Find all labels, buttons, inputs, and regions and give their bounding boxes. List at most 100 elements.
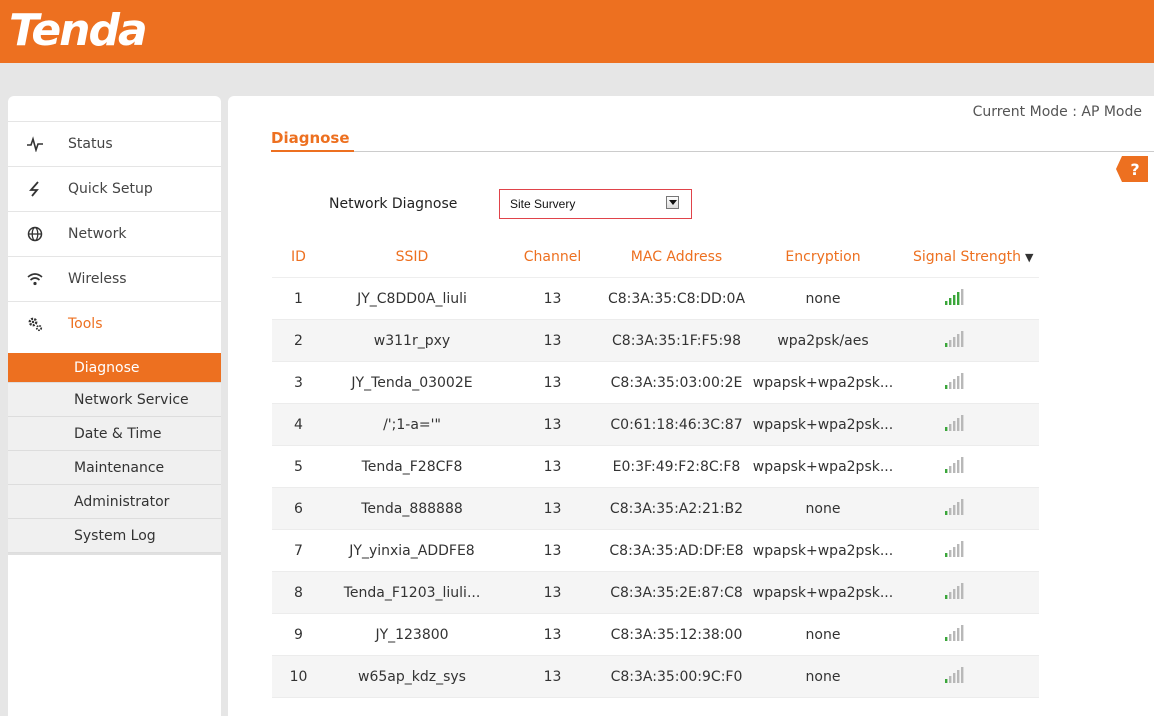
cell-ssid: w65ap_kdz_sys — [325, 655, 499, 698]
cell-encryption: wpapsk+wpa2psk... — [747, 361, 899, 404]
cell-channel: 13 — [499, 403, 606, 446]
table-row[interactable]: 9 JY_123800 13 C8:3A:35:12:38:00 none — [272, 613, 1039, 656]
signal-strength-icon — [899, 655, 1039, 698]
cell-id: 8 — [272, 571, 325, 614]
sort-down-icon[interactable]: ▼ — [1025, 251, 1033, 264]
signal-strength-icon — [899, 571, 1039, 614]
signal-strength-icon — [899, 529, 1039, 572]
cell-channel: 13 — [499, 361, 606, 404]
title-underline — [271, 150, 354, 152]
col-header-signal-label: Signal Strength — [913, 248, 1022, 265]
cell-ssid: /';1-a='" — [325, 403, 499, 446]
col-header-id: ID — [272, 236, 325, 278]
sidebar-item-wireless[interactable]: Wireless — [8, 256, 221, 301]
cell-id: 2 — [272, 319, 325, 362]
table-row[interactable]: 6 Tenda_888888 13 C8:3A:35:A2:21:B2 none — [272, 487, 1039, 530]
signal-strength-icon — [899, 613, 1039, 656]
network-diagnose-select[interactable]: Site Survery — [499, 189, 692, 219]
cell-mac: C8:3A:35:2E:87:C8 — [606, 571, 747, 614]
col-header-mac: MAC Address — [606, 236, 747, 278]
cell-encryption: wpapsk+wpa2psk... — [747, 529, 899, 572]
col-header-channel: Channel — [499, 236, 606, 278]
cell-channel: 13 — [499, 487, 606, 530]
submenu-item-diagnose[interactable]: Diagnose — [8, 353, 221, 383]
cell-ssid: w311r_pxy — [325, 319, 499, 362]
cell-mac: C8:3A:35:AD:DF:E8 — [606, 529, 747, 572]
signal-strength-icon — [899, 487, 1039, 530]
cell-id: 1 — [272, 277, 325, 320]
cell-channel: 13 — [499, 277, 606, 320]
cell-mac: C8:3A:35:03:00:2E — [606, 361, 747, 404]
cell-ssid: JY_123800 — [325, 613, 499, 656]
cell-ssid: Tenda_F28CF8 — [325, 445, 499, 488]
table-row[interactable]: 2 w311r_pxy 13 C8:3A:35:1F:F5:98 wpa2psk/aes — [272, 319, 1039, 362]
sidebar-item-tools[interactable]: Tools — [8, 301, 221, 346]
network-diagnose-label: Network Diagnose — [329, 196, 458, 212]
cell-ssid: JY_yinxia_ADDFE8 — [325, 529, 499, 572]
cell-ssid: Tenda_888888 — [325, 487, 499, 530]
help-icon[interactable]: ? — [1116, 156, 1148, 182]
submenu-item-maintenance[interactable]: Maintenance — [8, 451, 221, 485]
signal-strength-icon — [899, 361, 1039, 404]
cell-encryption: wpapsk+wpa2psk... — [747, 571, 899, 614]
table-row[interactable]: 10 w65ap_kdz_sys 13 C8:3A:35:00:9C:F0 none — [272, 655, 1039, 698]
site-survey-table: ID SSID Channel MAC Address Encryption S… — [272, 236, 1039, 698]
cell-channel: 13 — [499, 571, 606, 614]
submenu-item-administrator[interactable]: Administrator — [8, 485, 221, 519]
submenu-item-network-service[interactable]: Network Service — [8, 383, 221, 417]
cell-id: 3 — [272, 361, 325, 404]
cell-encryption: wpapsk+wpa2psk... — [747, 445, 899, 488]
tenda-logo[interactable]: Tenda — [9, 2, 148, 60]
signal-strength-icon — [899, 445, 1039, 488]
sidebar-item-network[interactable]: Network — [8, 211, 221, 256]
header-bar: Tenda — [0, 0, 1154, 63]
col-header-ssid: SSID — [325, 236, 499, 278]
table-row[interactable]: 7 JY_yinxia_ADDFE8 13 C8:3A:35:AD:DF:E8 wpap… — [272, 529, 1039, 572]
cell-channel: 13 — [499, 319, 606, 362]
sidebar-item-quick-setup[interactable]: Quick Setup — [8, 166, 221, 211]
table-row[interactable]: 4/';1-a='" 13 C0:61:18:46:3C:87 wpapsk+wpa2… — [272, 403, 1039, 446]
sidebar-item-label: Status — [68, 136, 113, 152]
current-mode-text: Current Mode : AP Mode — [972, 104, 1142, 120]
sidebar-item-label: Wireless — [68, 271, 127, 287]
globe-icon — [26, 225, 44, 243]
table-row[interactable]: 3 JY_Tenda_03002E 13 C8:3A:35:03:00:2E wpaps… — [272, 361, 1039, 404]
cell-id: 4 — [272, 403, 325, 446]
signal-strength-icon — [899, 319, 1039, 362]
cell-channel: 13 — [499, 445, 606, 488]
cell-mac: C8:3A:35:00:9C:F0 — [606, 655, 747, 698]
sidebar-nav: Status Quick Setup Network Wireless Tool… — [8, 121, 221, 346]
table-header-row: ID SSID Channel MAC Address Encryption S… — [272, 236, 1039, 278]
dropdown-arrow-icon[interactable] — [666, 196, 679, 209]
table-row[interactable]: 5 Tenda_F28CF8 13 E0:3F:49:F2:8C:F8 wpapsk+w… — [272, 445, 1039, 488]
help-label: ? — [1130, 160, 1139, 179]
gears-icon — [26, 315, 44, 333]
submenu-item-system-log[interactable]: System Log — [8, 519, 221, 553]
submenu-item-date-time[interactable]: Date & Time — [8, 417, 221, 451]
sidebar-item-status[interactable]: Status — [8, 121, 221, 166]
select-value: Site Survery — [510, 197, 576, 211]
table-row[interactable]: 8 Tenda_F1203_liuli... 13 C8:3A:35:2E:87:C8… — [272, 571, 1039, 614]
cell-mac: C8:3A:35:12:38:00 — [606, 613, 747, 656]
cell-id: 10 — [272, 655, 325, 698]
signal-strength-icon — [899, 403, 1039, 446]
col-header-encryption: Encryption — [747, 236, 899, 278]
cell-encryption: none — [747, 277, 899, 320]
tools-submenu: Diagnose Network Service Date & Time Mai… — [8, 353, 221, 555]
cell-mac: C8:3A:35:1F:F5:98 — [606, 319, 747, 362]
sidebar: Status Quick Setup Network Wireless Tool… — [8, 96, 221, 716]
cell-mac: C0:61:18:46:3C:87 — [606, 403, 747, 446]
cell-id: 5 — [272, 445, 325, 488]
cell-encryption: wpa2psk/aes — [747, 319, 899, 362]
table-body: 1 JY_C8DD0A_liuli 13 C8:3A:35:C8:DD:0A none 2… — [272, 277, 1039, 698]
table-row[interactable]: 1 JY_C8DD0A_liuli 13 C8:3A:35:C8:DD:0A none — [272, 277, 1039, 320]
cell-ssid: Tenda_F1203_liuli... — [325, 571, 499, 614]
wifi-icon — [26, 270, 44, 288]
cell-mac: C8:3A:35:C8:DD:0A — [606, 277, 747, 320]
cell-mac: E0:3F:49:F2:8C:F8 — [606, 445, 747, 488]
cell-encryption: none — [747, 487, 899, 530]
sidebar-item-label: Tools — [68, 316, 103, 332]
cell-ssid: JY_Tenda_03002E — [325, 361, 499, 404]
cell-mac: C8:3A:35:A2:21:B2 — [606, 487, 747, 530]
col-header-signal[interactable]: Signal Strength ▼ — [899, 236, 1039, 278]
